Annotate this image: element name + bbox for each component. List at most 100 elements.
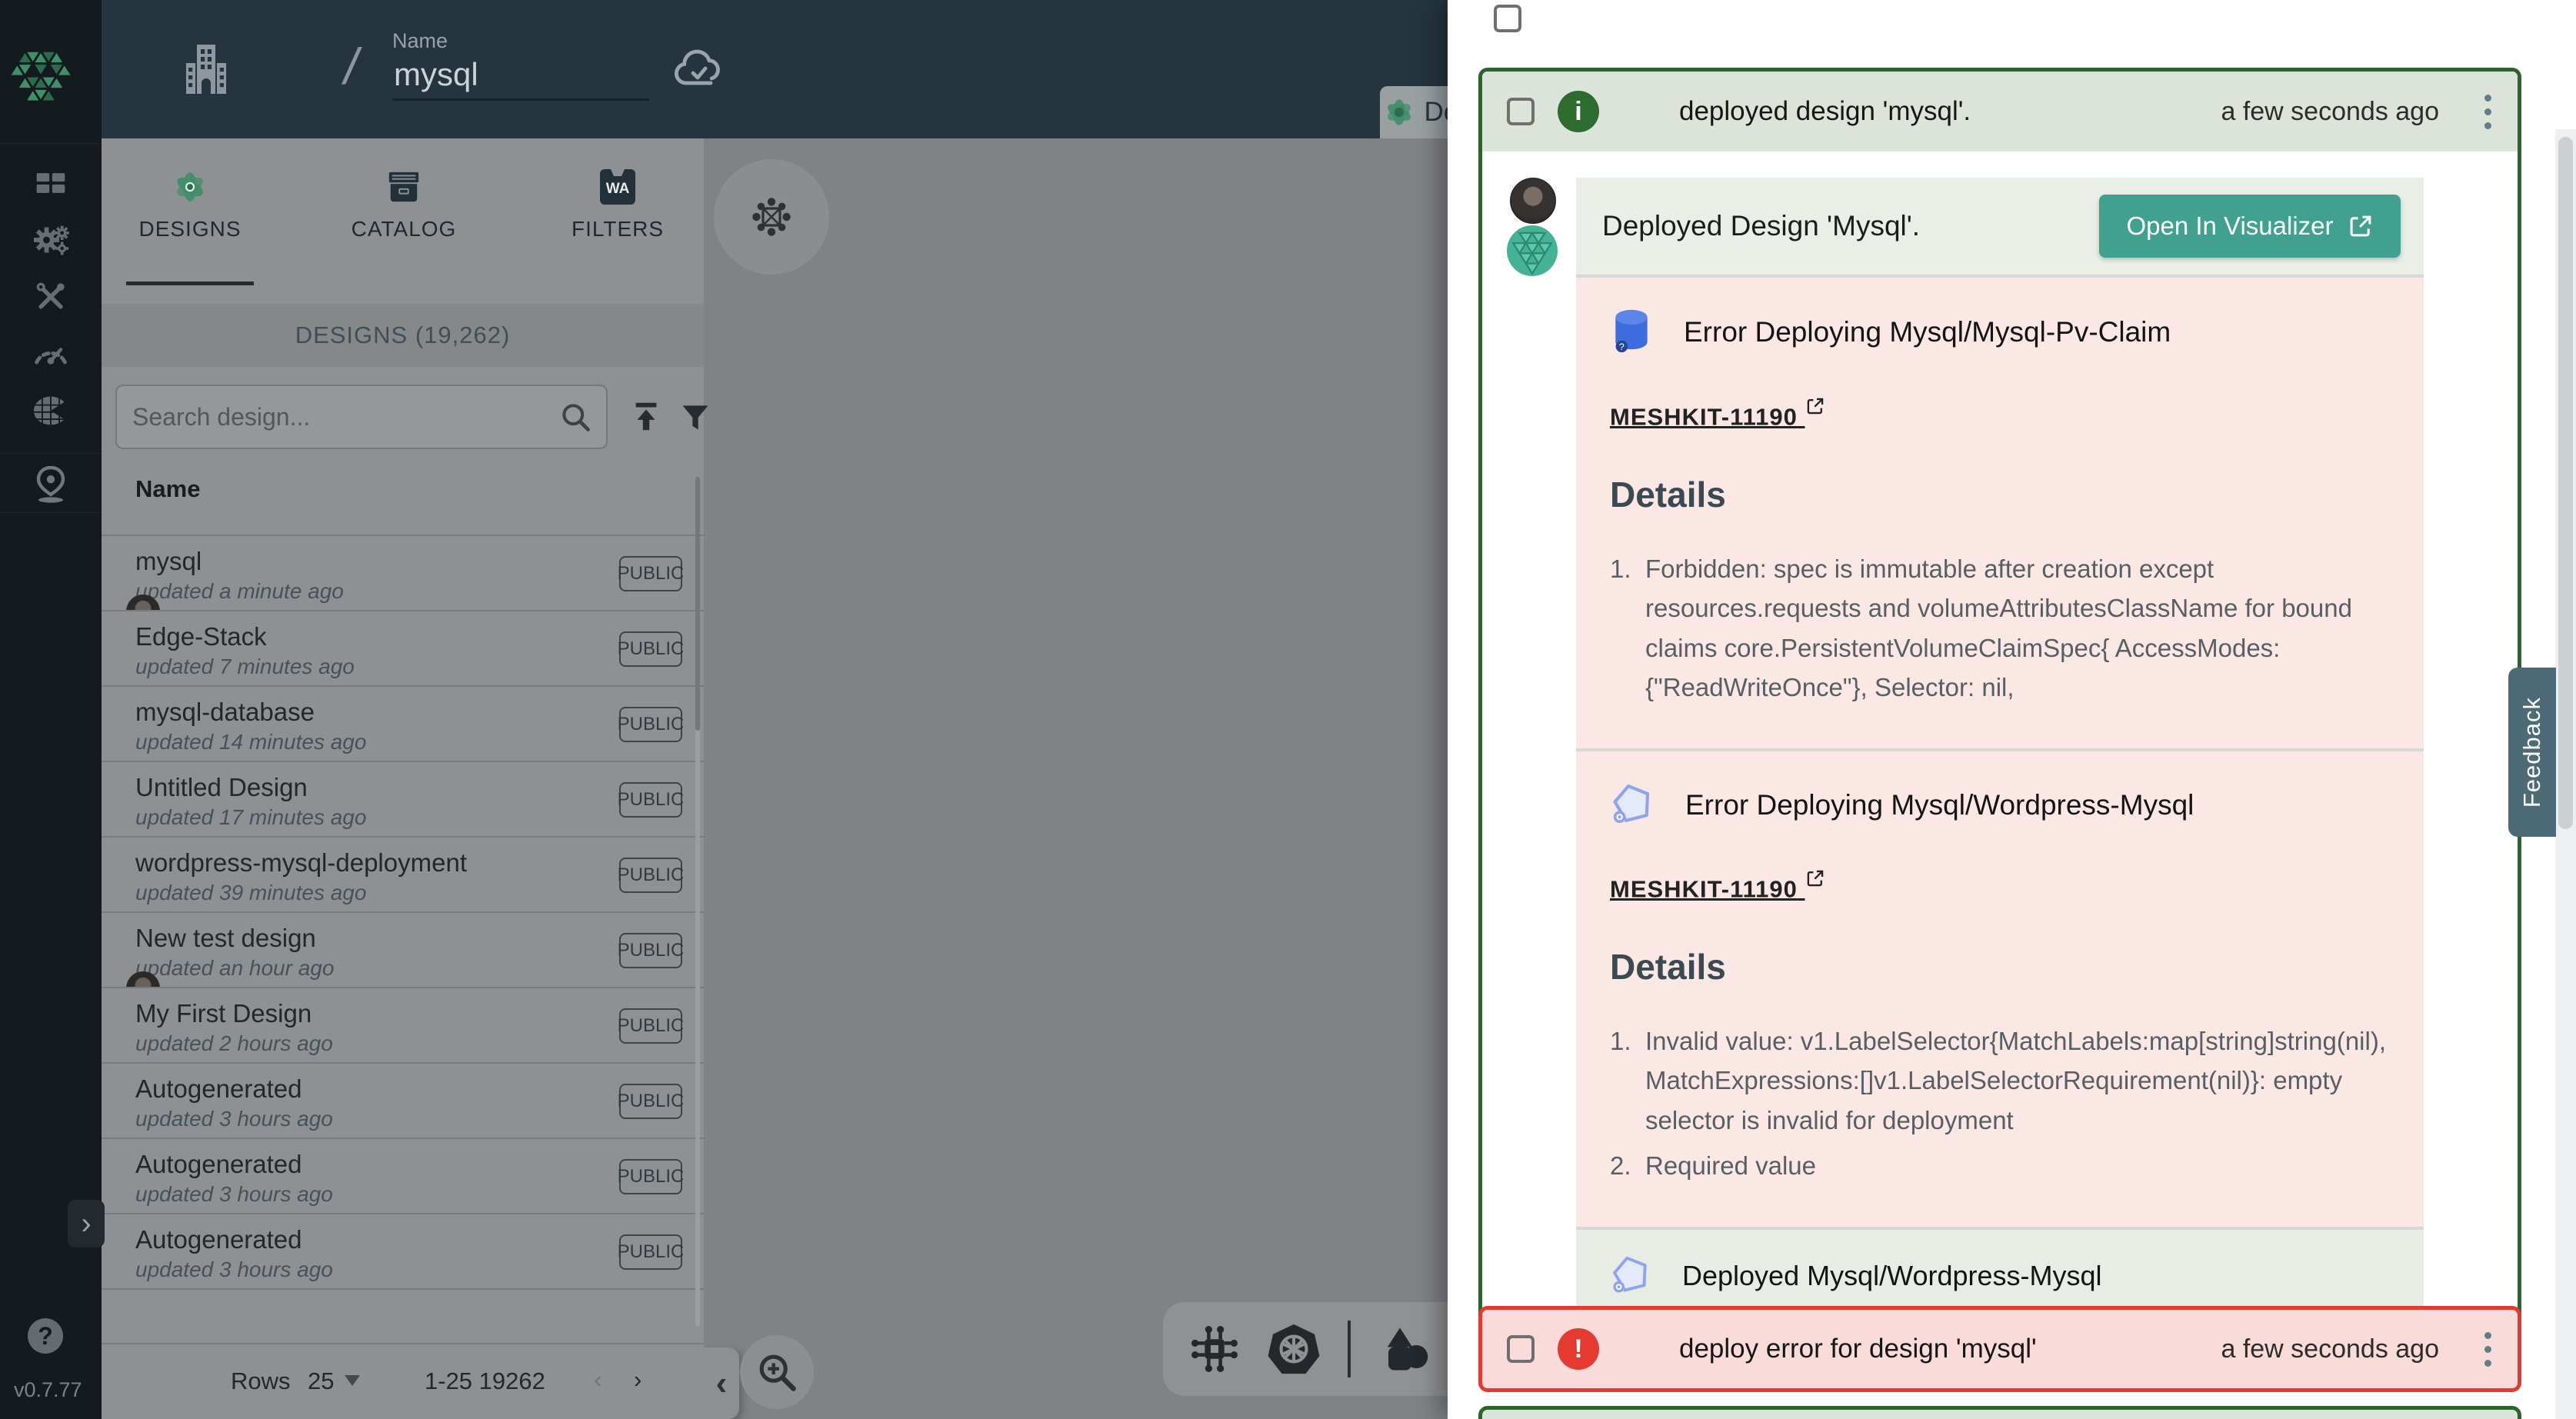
deployed-design-row: Deployed Design 'Mysql'. Open In Visuali… [1576,178,2424,275]
active-tab-underline [126,281,254,285]
feedback-tab[interactable]: Feedback [2508,668,2556,837]
notification-header[interactable]: i deployed design 'mysql'. a few seconds… [1482,72,2518,152]
tab-filters[interactable]: WA FILTERS [545,169,691,285]
notification-checkbox[interactable] [1507,98,1535,125]
tab-catalog[interactable]: CATALOG [331,169,477,285]
notification-checkbox[interactable] [1507,1335,1535,1363]
kanvas-pin-icon [34,466,68,505]
open-in-visualizer-button[interactable]: Open In Visualizer [2099,195,2401,258]
upload-design-button[interactable] [625,395,668,438]
visibility-badge[interactable]: PUBLIC [619,1159,682,1194]
notification-time: a few seconds ago [2221,1334,2439,1364]
panel-tabs: DESIGNS CATALOG WA FILTERS [102,138,704,304]
design-canvas[interactable]: ‹ [704,138,1448,1419]
tab-designs[interactable]: DESIGNS [117,169,263,285]
visibility-badge[interactable]: PUBLIC [619,858,682,893]
pagination-range: 1-25 19262 [425,1367,545,1395]
breadcrumb-slash: / [339,37,364,95]
design-updated: updated 2 hours ago [135,1031,333,1056]
visibility-badge[interactable]: PUBLIC [619,631,682,667]
sidebar-expand-button[interactable]: › [68,1200,105,1247]
next-page-button[interactable]: › [634,1367,642,1391]
notification-menu-button[interactable] [2482,1332,2493,1367]
sidebar-item-lifecycle[interactable] [0,212,102,268]
design-updated: updated 3 hours ago [135,1182,333,1207]
error-icon: ! [1558,1328,1599,1370]
designs-swirl-icon [172,169,208,205]
design-row-autogen-1[interactable]: Autogenerated updated 3 hours ago PUBLIC [102,1062,704,1139]
design-name-input[interactable] [392,55,649,94]
visibility-badge[interactable]: PUBLIC [619,933,682,968]
rows-per-page-select[interactable]: 25 [308,1367,360,1395]
performance-dial-icon [32,338,69,369]
design-row-untitled[interactable]: Untitled Design updated 17 minutes ago P… [102,761,704,838]
top-header: / Name Design [102,0,1448,138]
visibility-badge[interactable]: PUBLIC [619,556,682,591]
notification-menu-button[interactable] [2482,95,2493,129]
design-row-new-test[interactable]: New test design updated an hour ago PUBL… [102,911,704,988]
design-row-autogen-3[interactable]: Autogenerated updated 3 hours ago PUBLIC [102,1213,704,1290]
notification-card-deploy-error[interactable]: ! deploy error for design 'mysql' a few … [1478,1306,2521,1392]
drawer-scrollbar[interactable] [2555,129,2576,1419]
shapes-icon[interactable] [1377,1324,1431,1374]
error-section-pv-claim: ? Error Deploying Mysql/Mysql-Pv-Claim M… [1576,278,2424,748]
panel-collapse-button[interactable]: ‹ [704,1347,739,1419]
design-name: wordpress-mysql-deployment [135,848,467,878]
dashboard-icon [34,166,68,200]
design-updated: updated 3 hours ago [135,1107,333,1131]
external-link-icon [1805,396,1825,416]
design-updated: updated an hour ago [135,956,334,981]
zoom-in-button[interactable] [740,1335,814,1409]
canvas-node-mysql[interactable] [714,159,829,275]
design-name: Autogenerated [135,1074,302,1104]
name-underline [392,98,649,101]
configuration-tools-icon [33,280,68,314]
pvc-cylinder-icon: ? [1610,308,1653,356]
tab-catalog-label: CATALOG [352,217,457,241]
sidebar-item-extensions[interactable] [0,382,102,439]
prev-page-button[interactable]: ‹ [594,1367,602,1391]
notification-card-partial[interactable] [1478,1406,2521,1419]
feedback-label: Feedback [2518,697,2546,808]
design-row-my-first[interactable]: My First Design updated 2 hours ago PUBL… [102,987,704,1064]
design-row-edge-stack[interactable]: Edge-Stack updated 7 minutes ago PUBLIC [102,610,704,687]
extensions-icon [32,395,69,427]
owner-avatar [126,595,160,611]
help-button[interactable]: ? [28,1318,63,1354]
sidebar-item-configuration[interactable] [0,268,102,325]
search-design-input[interactable] [131,402,558,432]
meshery-bot-avatar [1507,225,1558,276]
sidebar-item-kanvas[interactable] [0,458,102,513]
design-row-mysql[interactable]: mysql updated a minute ago PUBLIC [102,535,704,611]
meshery-logo[interactable] [9,42,72,105]
design-updated: updated 17 minutes ago [135,805,366,830]
visibility-badge[interactable]: PUBLIC [619,1234,682,1270]
visibility-badge[interactable]: PUBLIC [619,707,682,742]
info-icon: i [1558,91,1599,132]
search-icon[interactable] [558,400,592,434]
sidebar-item-performance[interactable] [0,325,102,382]
components-chip-icon[interactable] [1189,1324,1240,1374]
sidebar-nav-group [0,143,102,454]
visibility-badge[interactable]: PUBLIC [619,1008,682,1044]
caret-down-icon [345,1364,360,1392]
list-scrollbar[interactable] [695,477,700,1327]
sidebar-item-dashboard[interactable] [0,155,102,212]
select-all-notifications-checkbox[interactable] [1494,5,1521,32]
lifecycle-gears-icon [32,223,69,257]
design-name: My First Design [135,999,312,1028]
design-row-autogen-2[interactable]: Autogenerated updated 3 hours ago PUBLIC [102,1138,704,1214]
list-end-divider [102,1288,704,1290]
design-row-mysql-database[interactable]: mysql-database updated 14 minutes ago PU… [102,685,704,762]
visibility-badge[interactable]: PUBLIC [619,782,682,818]
error-title: Error Deploying Mysql/Wordpress-Mysql [1685,789,2194,821]
visibility-badge[interactable]: PUBLIC [619,1084,682,1119]
meshery-app: / Name Design [0,0,2576,1419]
filter-designs-button[interactable] [674,395,717,438]
notification-time: a few seconds ago [2221,97,2439,127]
design-row-wordpress[interactable]: wordpress-mysql-deployment updated 39 mi… [102,836,704,913]
kubernetes-icon[interactable] [1266,1321,1321,1377]
meshkit-issue-link[interactable]: MESHKIT-11190 [1610,868,1825,903]
meshkit-issue-link[interactable]: MESHKIT-11190 [1610,396,1825,431]
organization-icon[interactable] [175,38,237,100]
